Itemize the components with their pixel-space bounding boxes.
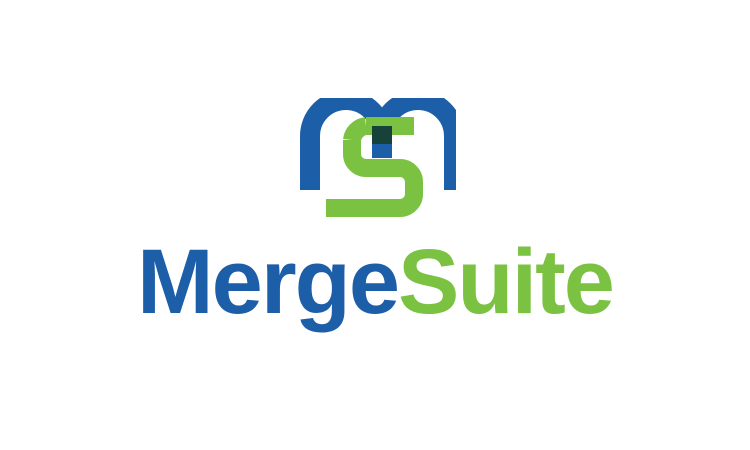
wordmark-suite: Suite xyxy=(398,231,615,333)
ms-monogram-icon xyxy=(300,98,456,217)
brand-wordmark: MergeSuite xyxy=(0,236,750,328)
wordmark-merge: Merge xyxy=(137,231,400,333)
logo-canvas: MergeSuite xyxy=(0,0,750,450)
overlap-shape xyxy=(372,126,392,144)
s-letter-shape xyxy=(326,117,423,217)
